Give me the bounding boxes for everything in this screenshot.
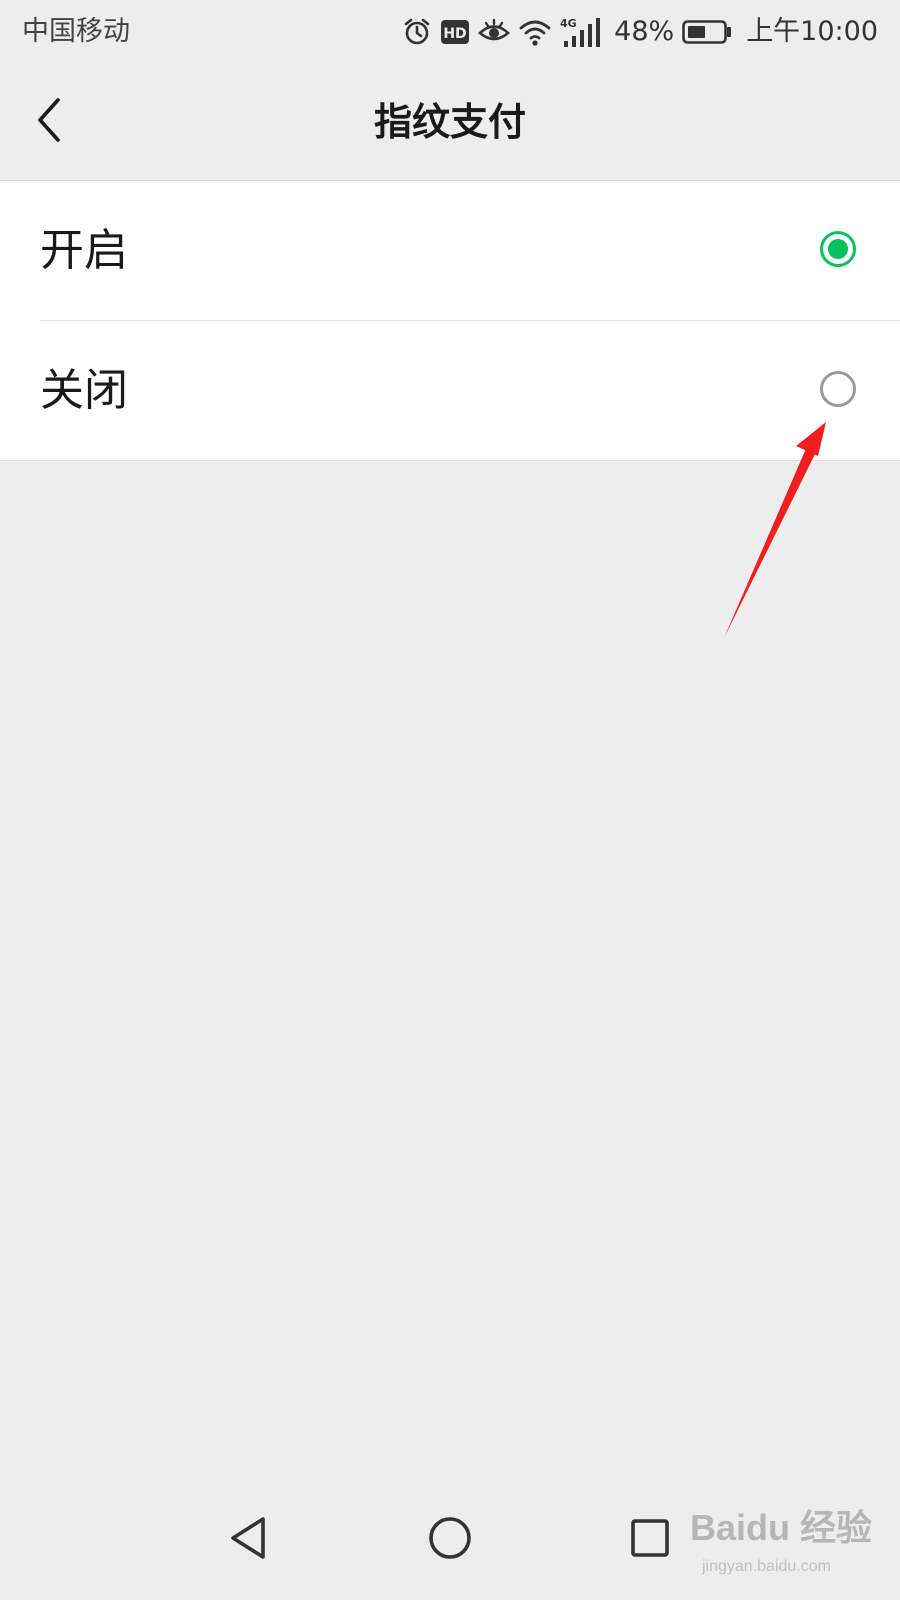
battery-percent: 48% <box>614 16 675 47</box>
alarm-icon <box>402 17 432 47</box>
nav-back-icon <box>225 1513 275 1567</box>
clock: 上午10:00 <box>746 16 878 47</box>
signal-icon: 4G <box>560 16 606 48</box>
eye-comfort-icon <box>478 18 511 46</box>
option-disable[interactable]: 关闭 <box>40 320 900 460</box>
back-button[interactable] <box>20 88 80 156</box>
nav-recent-button[interactable] <box>610 1500 690 1580</box>
option-label: 关闭 <box>40 365 128 416</box>
network-type: 4G <box>560 17 577 30</box>
title-bar: 指纹支付 <box>0 64 900 181</box>
page-title: 指纹支付 <box>373 100 526 144</box>
radio-checked-icon[interactable] <box>820 231 856 267</box>
carrier-name: 中国移动 <box>22 16 130 47</box>
status-icons: HD 4G 48% 上午10:00 <box>402 14 878 50</box>
battery-icon <box>682 19 732 45</box>
option-enable[interactable]: 开启 <box>0 181 900 320</box>
status-bar: 中国移动 HD 4G 48% 上午10:00 <box>0 0 900 64</box>
nav-home-button[interactable] <box>410 1500 490 1580</box>
options-list: 开启 关闭 <box>0 181 900 461</box>
navigation-bar <box>0 1480 900 1600</box>
wifi-icon <box>518 17 552 47</box>
svg-text:HD: HD <box>444 26 467 42</box>
nav-back-button[interactable] <box>210 1500 290 1580</box>
chevron-left-icon <box>34 96 66 148</box>
nav-home-icon <box>425 1513 475 1567</box>
option-label: 开启 <box>40 225 128 276</box>
radio-unchecked-icon[interactable] <box>820 371 856 407</box>
hd-icon: HD <box>440 18 470 46</box>
nav-recent-icon <box>625 1513 675 1567</box>
